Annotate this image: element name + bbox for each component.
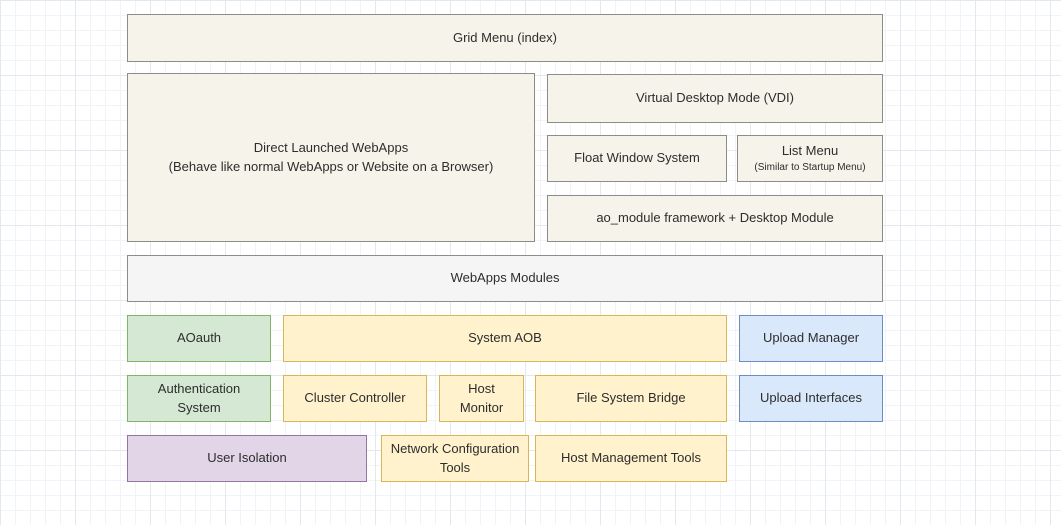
node-network-configuration-tools: Network Configuration Tools [381, 435, 529, 482]
node-user-isolation-label: User Isolation [207, 449, 286, 467]
node-upload-interfaces: Upload Interfaces [739, 375, 883, 422]
node-float-window-system: Float Window System [547, 135, 727, 182]
node-upload-manager: Upload Manager [739, 315, 883, 362]
node-webapps-modules-label: WebApps Modules [451, 269, 560, 287]
node-direct-launched-webapps-label: Direct Launched WebApps [254, 139, 408, 157]
node-list-menu: List Menu (Similar to Startup Menu) [737, 135, 883, 182]
diagram-canvas: Grid Menu (index) Direct Launched WebApp… [0, 0, 1061, 525]
node-host-monitor: Host Monitor [439, 375, 524, 422]
node-host-management-tools: Host Management Tools [535, 435, 727, 482]
node-list-menu-label: List Menu [782, 142, 838, 160]
node-system-aob-label: System AOB [468, 329, 542, 347]
node-list-menu-sublabel: (Similar to Startup Menu) [754, 161, 865, 175]
node-float-window-system-label: Float Window System [574, 149, 700, 167]
node-authentication-system: Authentication System [127, 375, 271, 422]
node-webapps-modules: WebApps Modules [127, 255, 883, 302]
node-user-isolation: User Isolation [127, 435, 367, 482]
node-virtual-desktop-mode: Virtual Desktop Mode (VDI) [547, 74, 883, 123]
node-host-management-tools-label: Host Management Tools [561, 449, 701, 467]
node-file-system-bridge-label: File System Bridge [576, 389, 685, 407]
node-cluster-controller-label: Cluster Controller [304, 389, 405, 407]
node-direct-launched-webapps-sublabel: (Behave like normal WebApps or Website o… [169, 158, 494, 176]
node-upload-interfaces-label: Upload Interfaces [760, 389, 862, 407]
node-ao-module-framework: ao_module framework + Desktop Module [547, 195, 883, 242]
node-grid-menu-label: Grid Menu (index) [453, 29, 557, 47]
node-grid-menu: Grid Menu (index) [127, 14, 883, 62]
node-host-monitor-label: Host Monitor [448, 380, 515, 416]
node-direct-launched-webapps: Direct Launched WebApps (Behave like nor… [127, 73, 535, 242]
node-upload-manager-label: Upload Manager [763, 329, 859, 347]
node-cluster-controller: Cluster Controller [283, 375, 427, 422]
node-system-aob: System AOB [283, 315, 727, 362]
node-aoauth: AOauth [127, 315, 271, 362]
node-ao-module-framework-label: ao_module framework + Desktop Module [596, 209, 833, 227]
node-authentication-system-label: Authentication System [136, 380, 262, 416]
node-virtual-desktop-mode-label: Virtual Desktop Mode (VDI) [636, 89, 794, 107]
node-network-configuration-tools-label: Network Configuration Tools [390, 440, 520, 476]
node-aoauth-label: AOauth [177, 329, 221, 347]
node-file-system-bridge: File System Bridge [535, 375, 727, 422]
